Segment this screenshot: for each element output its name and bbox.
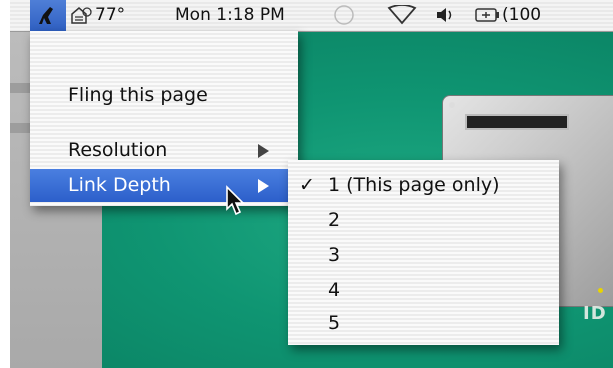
app-menu-icon[interactable] xyxy=(30,0,66,31)
submenu-item-label: 4 xyxy=(328,279,341,301)
menu-item-fling-this-page[interactable]: Fling this page xyxy=(30,79,298,112)
submenu-item-4[interactable]: 4 xyxy=(288,274,559,307)
submenu-item-label: 2 xyxy=(328,209,341,231)
airport-icon[interactable] xyxy=(386,4,418,30)
submenu-arrow-icon xyxy=(258,179,269,193)
menu-bar: 77° Mon 1:18 PM (100 xyxy=(10,0,613,32)
desktop-label: ID xyxy=(583,303,607,324)
submenu-item-1[interactable]: ✓ 1 (This page only) xyxy=(288,169,559,202)
menu-item-label: Link Depth xyxy=(68,174,171,196)
submenu-item-2[interactable]: 2 xyxy=(288,204,559,237)
submenu-item-5[interactable]: 5 xyxy=(288,307,559,340)
submenu-item-label: 5 xyxy=(328,312,341,334)
battery-percent-text[interactable]: (100 xyxy=(502,5,541,25)
screen: ID 77° Mon 1:18 PM (100 Fling this page … xyxy=(10,0,613,368)
screw xyxy=(449,102,455,108)
clock-text[interactable]: Mon 1:18 PM xyxy=(175,5,285,25)
temperature-text[interactable]: 77° xyxy=(95,5,125,25)
fling-icon xyxy=(39,7,53,24)
menu-item-resolution[interactable]: Resolution xyxy=(30,134,298,167)
menu-item-label: Resolution xyxy=(68,139,168,161)
submenu-item-3[interactable]: 3 xyxy=(288,239,559,272)
link-depth-submenu: ✓ 1 (This page only) 2 3 4 5 xyxy=(288,160,559,345)
submenu-arrow-icon xyxy=(258,144,269,158)
battery-icon[interactable] xyxy=(475,6,501,29)
sync-icon[interactable] xyxy=(330,4,358,31)
drive-led xyxy=(598,288,603,293)
menu-item-link-depth[interactable]: Link Depth xyxy=(30,169,298,202)
drive-label-plate xyxy=(465,114,569,130)
submenu-item-label: 3 xyxy=(328,244,341,266)
menu-item-label: Fling this page xyxy=(68,84,208,106)
weather-icon[interactable] xyxy=(70,5,94,30)
checkmark-icon: ✓ xyxy=(299,174,315,196)
volume-icon[interactable] xyxy=(435,7,457,28)
fling-menu: Fling this page Resolution Link Depth xyxy=(30,31,298,206)
mouse-cursor-icon xyxy=(225,185,247,221)
submenu-item-label: 1 (This page only) xyxy=(328,174,500,196)
